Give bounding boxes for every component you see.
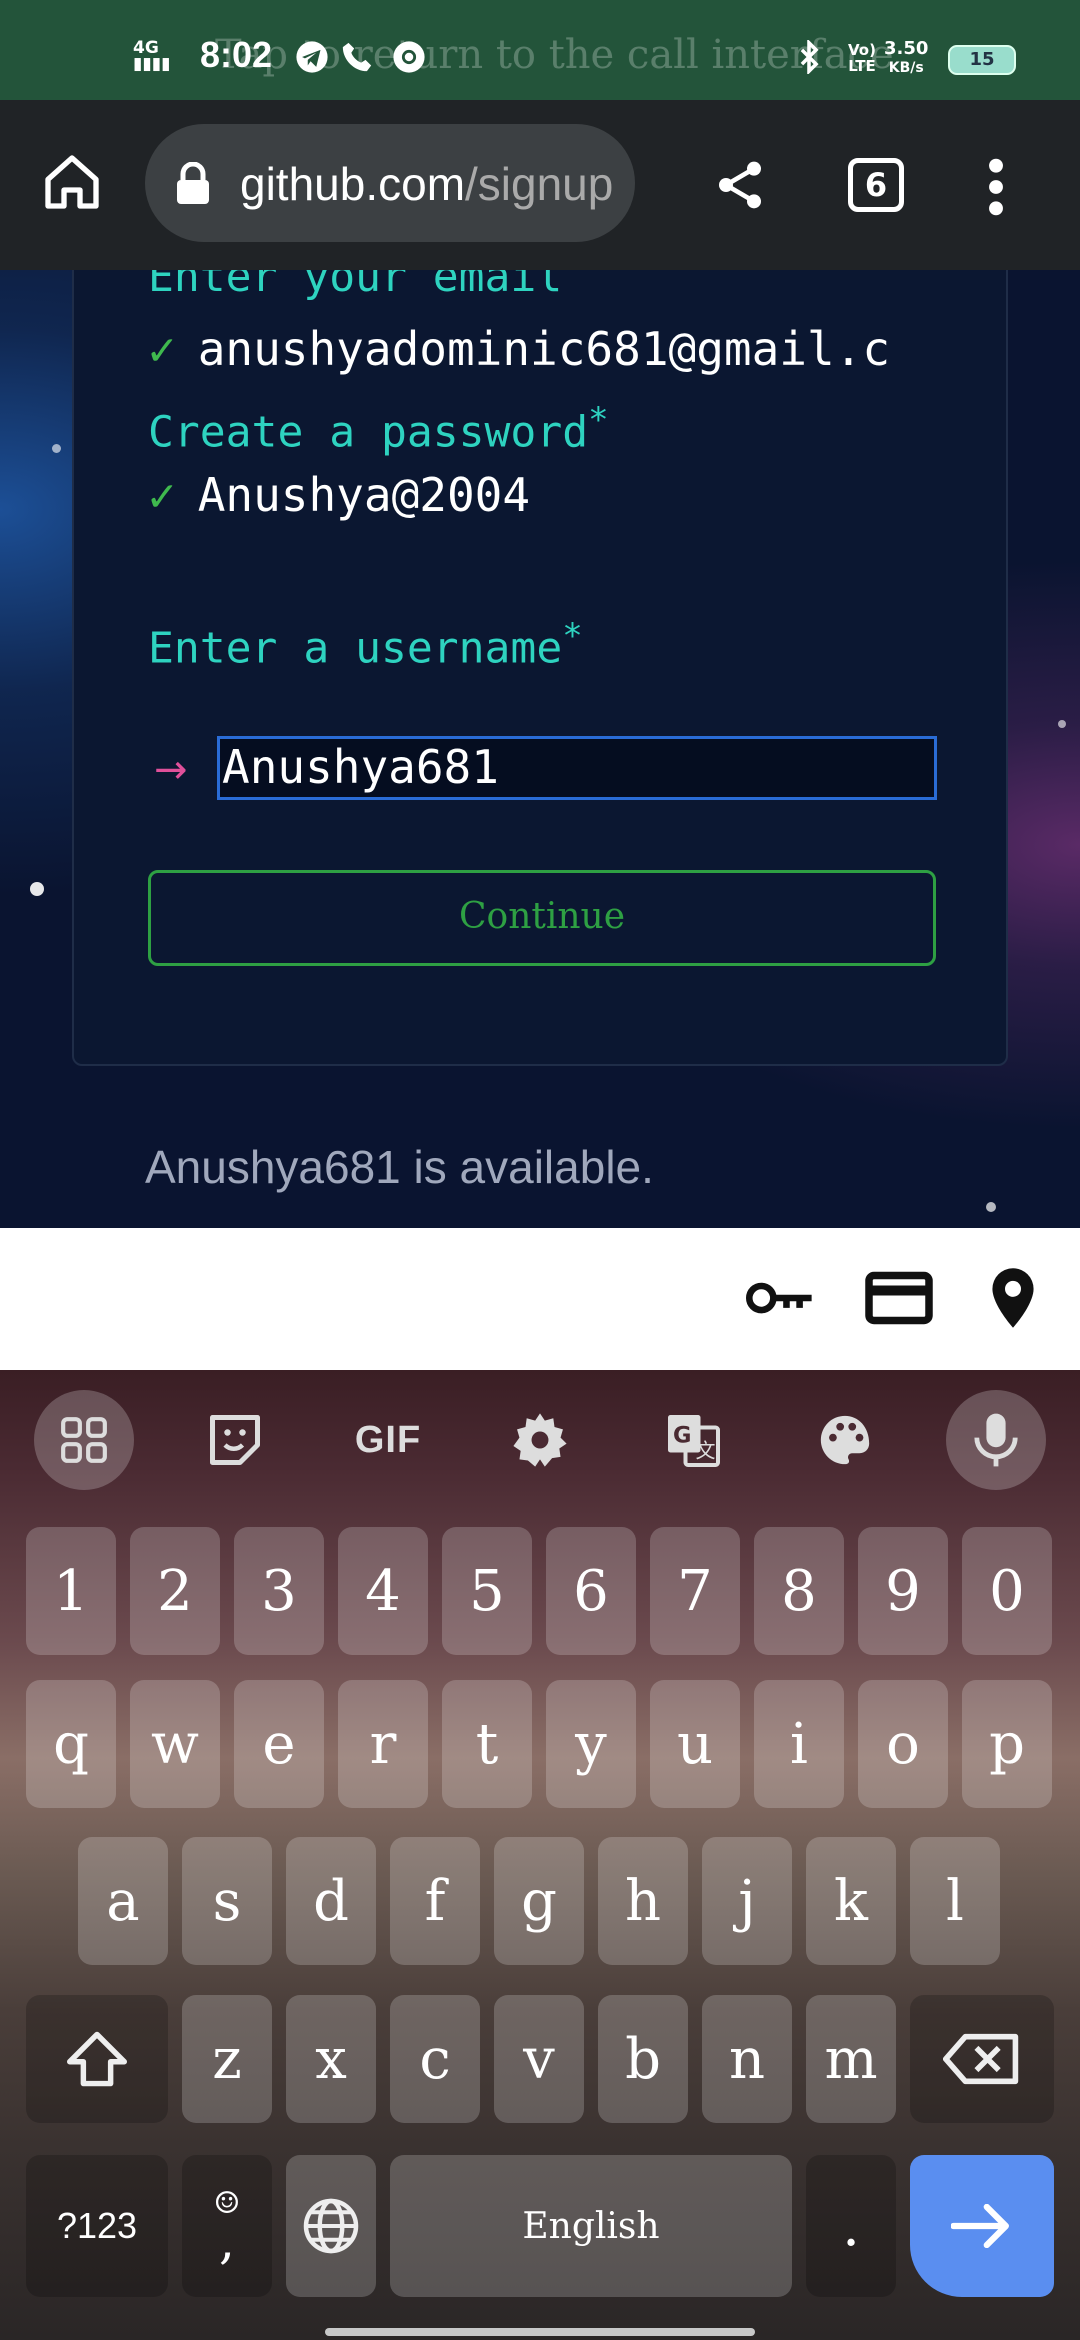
key-p[interactable]: p xyxy=(962,1680,1052,1808)
key-1[interactable]: 1 xyxy=(26,1527,116,1655)
phone-icon xyxy=(342,42,372,72)
address-bar[interactable]: github.com/signup xyxy=(145,124,635,242)
email-label: Enter your email xyxy=(148,270,563,302)
autofill-bar xyxy=(0,1228,1080,1370)
space-key[interactable]: English xyxy=(390,2155,792,2297)
clock: 8:02 xyxy=(200,34,273,75)
symbols-key[interactable]: ?123 xyxy=(26,2155,168,2297)
key-q[interactable]: q xyxy=(26,1680,116,1808)
telegram-icon xyxy=(296,41,328,73)
battery-indicator: 15 xyxy=(948,45,1016,75)
signup-page: Enter your email ✓ anushyadominic681@gmai… xyxy=(0,270,1080,1228)
signup-card: Enter your email ✓ anushyadominic681@gmai… xyxy=(72,270,1008,1066)
globe-key[interactable] xyxy=(286,2155,376,2297)
location-pin-icon[interactable] xyxy=(985,1266,1041,1330)
microphone-icon[interactable] xyxy=(946,1390,1046,1490)
key-f[interactable]: f xyxy=(390,1837,480,1965)
home-indicator[interactable] xyxy=(325,2328,755,2336)
credit-card-icon[interactable] xyxy=(864,1266,934,1330)
tabs-button[interactable]: 6 xyxy=(848,158,904,212)
password-label: Create a password* xyxy=(148,400,609,458)
sticker-icon[interactable] xyxy=(185,1390,285,1490)
email-value[interactable]: ✓ anushyadominic681@gmail.c xyxy=(148,322,890,376)
star-decoration xyxy=(1058,720,1066,728)
status-bar: Tap to return to the call interface 4G ▮▮… xyxy=(0,0,1080,100)
key-s[interactable]: s xyxy=(182,1837,272,1965)
home-icon[interactable] xyxy=(40,150,104,214)
star-decoration xyxy=(52,444,61,453)
password-value[interactable]: ✓ Anushya@2004 xyxy=(148,468,530,522)
key-c[interactable]: c xyxy=(390,1995,480,2123)
continue-button[interactable]: Continue xyxy=(148,870,936,966)
bluetooth-icon xyxy=(800,40,819,74)
key-w[interactable]: w xyxy=(130,1680,220,1808)
period-key[interactable]: . xyxy=(806,2155,896,2297)
key-n[interactable]: n xyxy=(702,1995,792,2123)
chrome-icon xyxy=(393,41,425,73)
key-8[interactable]: 8 xyxy=(754,1527,844,1655)
svg-text:文: 文 xyxy=(696,1439,716,1463)
key-j[interactable]: j xyxy=(702,1837,792,1965)
apps-grid-icon[interactable] xyxy=(34,1390,134,1490)
key-0[interactable]: 0 xyxy=(962,1527,1052,1655)
key-x[interactable]: x xyxy=(286,1995,376,2123)
enter-key[interactable] xyxy=(910,2155,1054,2297)
settings-icon[interactable] xyxy=(490,1390,590,1490)
key-z[interactable]: z xyxy=(182,1995,272,2123)
translate-icon[interactable]: G文 xyxy=(643,1390,743,1490)
key-7[interactable]: 7 xyxy=(650,1527,740,1655)
key-l[interactable]: l xyxy=(910,1837,1000,1965)
check-icon: ✓ xyxy=(148,322,176,376)
key-a[interactable]: a xyxy=(78,1837,168,1965)
browser-toolbar: github.com/signup 6 xyxy=(0,100,1080,270)
share-icon[interactable] xyxy=(712,155,768,215)
key-t[interactable]: t xyxy=(442,1680,532,1808)
check-icon: ✓ xyxy=(148,468,176,522)
star-decoration xyxy=(30,882,44,896)
key-4[interactable]: 4 xyxy=(338,1527,428,1655)
key-y[interactable]: y xyxy=(546,1680,636,1808)
key-u[interactable]: u xyxy=(650,1680,740,1808)
key-d[interactable]: d xyxy=(286,1837,376,1965)
keyboard: GIF G文 1 2 3 4 5 6 7 8 9 0 q w e r t y u… xyxy=(0,1370,1080,2340)
svg-text:G: G xyxy=(673,1423,691,1449)
network-speed: 3.50 KB/s xyxy=(884,38,929,77)
palette-icon[interactable] xyxy=(795,1390,895,1490)
comma-key[interactable]: ☺ , xyxy=(182,2155,272,2297)
arrow-icon: → xyxy=(154,747,188,793)
username-input[interactable]: Anushya681 xyxy=(217,736,937,800)
star-decoration xyxy=(986,1202,996,1212)
key-9[interactable]: 9 xyxy=(858,1527,948,1655)
key-i[interactable]: i xyxy=(754,1680,844,1808)
key-o[interactable]: o xyxy=(858,1680,948,1808)
key-k[interactable]: k xyxy=(806,1837,896,1965)
username-label: Enter a username* xyxy=(148,616,583,674)
key-3[interactable]: 3 xyxy=(234,1527,324,1655)
key-6[interactable]: 6 xyxy=(546,1527,636,1655)
volte-indicator: Vo) LTE xyxy=(848,41,876,75)
key-2[interactable]: 2 xyxy=(130,1527,220,1655)
key-5[interactable]: 5 xyxy=(442,1527,532,1655)
url-text: github.com/signup xyxy=(240,158,614,210)
key-g[interactable]: g xyxy=(494,1837,584,1965)
shift-key[interactable] xyxy=(26,1995,168,2123)
key-b[interactable]: b xyxy=(598,1995,688,2123)
gif-icon[interactable]: GIF xyxy=(338,1390,438,1490)
key-e[interactable]: e xyxy=(234,1680,324,1808)
key-m[interactable]: m xyxy=(806,1995,896,2123)
key-r[interactable]: r xyxy=(338,1680,428,1808)
key-h[interactable]: h xyxy=(598,1837,688,1965)
lock-icon xyxy=(177,162,209,204)
overflow-menu-icon[interactable] xyxy=(980,155,1012,219)
network-type: 4G ▮▮▮▮ xyxy=(133,38,171,74)
backspace-key[interactable] xyxy=(910,1995,1054,2123)
key-v[interactable]: v xyxy=(494,1995,584,2123)
key-icon[interactable] xyxy=(746,1266,816,1330)
availability-message: Anushya681 is available. xyxy=(145,1141,654,1193)
